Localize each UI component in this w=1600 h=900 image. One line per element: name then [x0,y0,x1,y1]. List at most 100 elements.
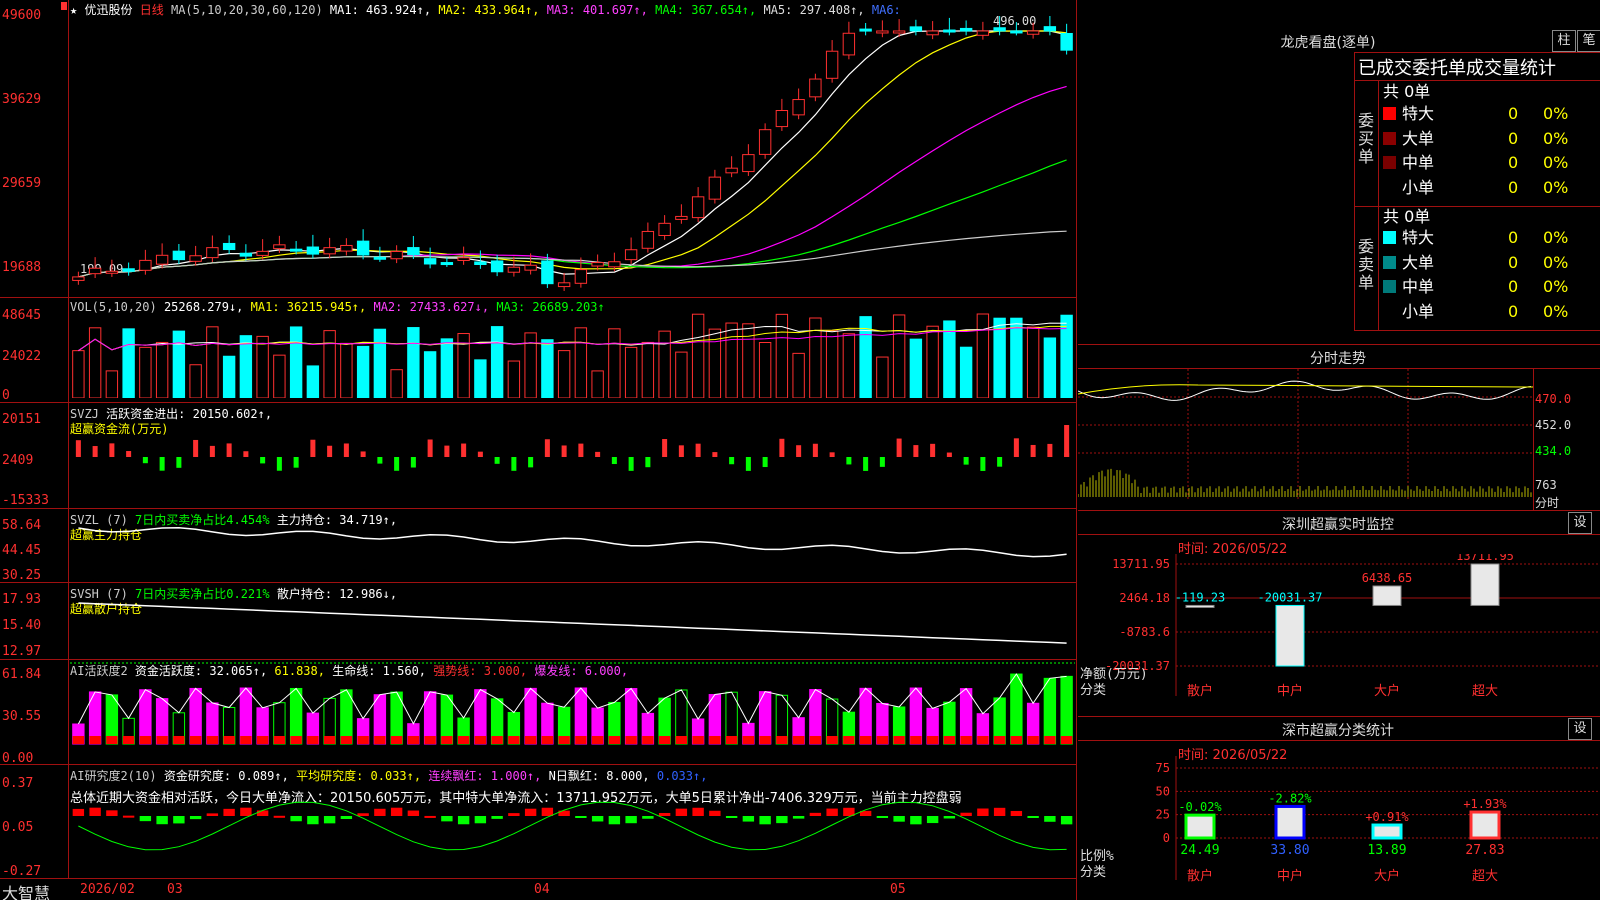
volume-bar [289,326,303,398]
ma4-value: MA4: 367.654↑, [655,3,757,17]
candle [273,244,286,250]
activity-base [608,736,621,744]
activity-bar [909,687,923,745]
svzj-y-label: 20151 [2,412,42,427]
activity-chart[interactable] [70,662,1075,764]
activity-base [441,736,453,744]
fund-flow-bar [394,457,400,471]
close-panel-icon[interactable] [61,2,67,10]
fund-flow-bar [494,457,500,464]
volume-bar [658,330,671,398]
candle [356,240,370,256]
class-ratio-chart: 75 50 25 0 -0.02% 24.49 散户 -2.82% 33.80 中户 +0.91% 1… [1080,756,1600,884]
volume-bar [725,322,738,398]
activity-base [357,736,369,744]
activity-base [876,736,889,744]
ma-line [78,30,1067,278]
date-axis-label: 2026/02 [80,882,135,897]
tick-view-button[interactable]: 笔 [1577,30,1600,52]
fund-flow-bar [159,457,165,471]
research-bar [977,808,989,816]
buy-row: 特大 0 0% [1383,102,1598,126]
research-chart[interactable] [70,800,1075,878]
svzj-label: SVZJ [70,407,99,421]
activity-base [658,736,671,744]
fund-flow-bar [427,439,433,457]
fund-flow-bar [92,446,98,457]
volume-bar [842,333,856,398]
fund-flow-bar [662,439,668,457]
fund-flow-bar [779,438,785,457]
fund-flow-bar [343,443,349,457]
fenshi-title[interactable]: 分时走势 [1268,348,1408,368]
fund-flow-bar [561,445,567,457]
main-position-chart[interactable] [70,520,1075,582]
row-pct: 0% [1543,301,1569,321]
candle [507,266,521,273]
candle [139,259,152,271]
fenshi-unit: 分时 [1535,496,1560,510]
candle [440,262,454,266]
activity-base [524,736,537,744]
date-axis-label: 05 [890,882,906,897]
intraday-chart[interactable] [1078,369,1538,509]
retail-position-chart[interactable] [70,600,1075,658]
row-pct: 0% [1543,153,1569,172]
svsh-text2: 散户持仓: 12.986↓, [276,587,398,601]
category-label: 散户 [1187,683,1213,699]
volume-chart[interactable] [70,312,1075,398]
net-amount-label: 6438.65 [1362,571,1413,585]
row-pct: 0% [1543,177,1569,197]
sz-monitor-settings-button[interactable]: 设 [1568,512,1592,534]
sell-row: 中单 0 0% [1383,275,1598,299]
research-bar [893,816,905,822]
activity-bar [859,687,872,745]
ai2-label: AI研究度2(10) [70,769,157,783]
fund-flow-bar [946,452,952,457]
volume-bar [340,342,353,398]
candle [1043,26,1057,32]
candle [172,250,186,261]
candle [474,261,487,265]
volume-bar [1043,337,1057,398]
class-change-label: -2.82% [1268,791,1312,805]
activity-bar [809,689,822,745]
favorite-star-icon[interactable]: ★ [70,3,77,17]
research-bar [340,816,353,820]
activity-base [809,736,822,744]
fund-flow-bar [176,457,182,468]
volume-bar [306,365,320,398]
candle [708,176,722,200]
fund-flow-bar [276,457,282,471]
fund-flow-chart[interactable] [70,425,1075,507]
main-chart-area[interactable]: ★ 优迅股份 日线 MA(5,10,20,30,60,120) MA1: 463… [0,0,1077,900]
research-bar [675,808,688,816]
fund-flow-bar [444,445,450,457]
candle [1060,32,1073,51]
volume-bar [88,327,102,398]
activity-base [72,736,85,744]
color-swatch-icon [1383,180,1396,194]
ma2-value: MA2: 433.964↑, [438,3,540,17]
fund-flow-bar [142,457,148,464]
period-label[interactable]: 日线 [140,3,164,17]
bar-view-button[interactable]: 柱 [1552,30,1576,52]
color-swatch-icon [1383,107,1396,120]
stats-tab[interactable]: 已成交委托单成交量统计 [1358,54,1556,80]
activity-bar [1043,677,1057,745]
fund-flow-bar [762,457,768,468]
research-bar [1060,816,1073,825]
class-bar [1469,810,1501,840]
kline-chart[interactable] [70,16,1075,296]
research-bar [139,816,152,822]
fenshi-y-label: 470.0 [1535,392,1572,406]
research-bar [993,807,1006,816]
sz-class-settings-button[interactable]: 设 [1568,718,1592,740]
research-bar [541,807,554,816]
activity-base [1060,736,1073,744]
row-count: 0 [1508,228,1519,247]
volume-bar [507,360,521,398]
volume-bar [792,352,805,398]
svzj-text: 活跃资金进出: 20150.602↑, [106,407,273,421]
ai2-y-label: 0.37 [2,776,34,791]
